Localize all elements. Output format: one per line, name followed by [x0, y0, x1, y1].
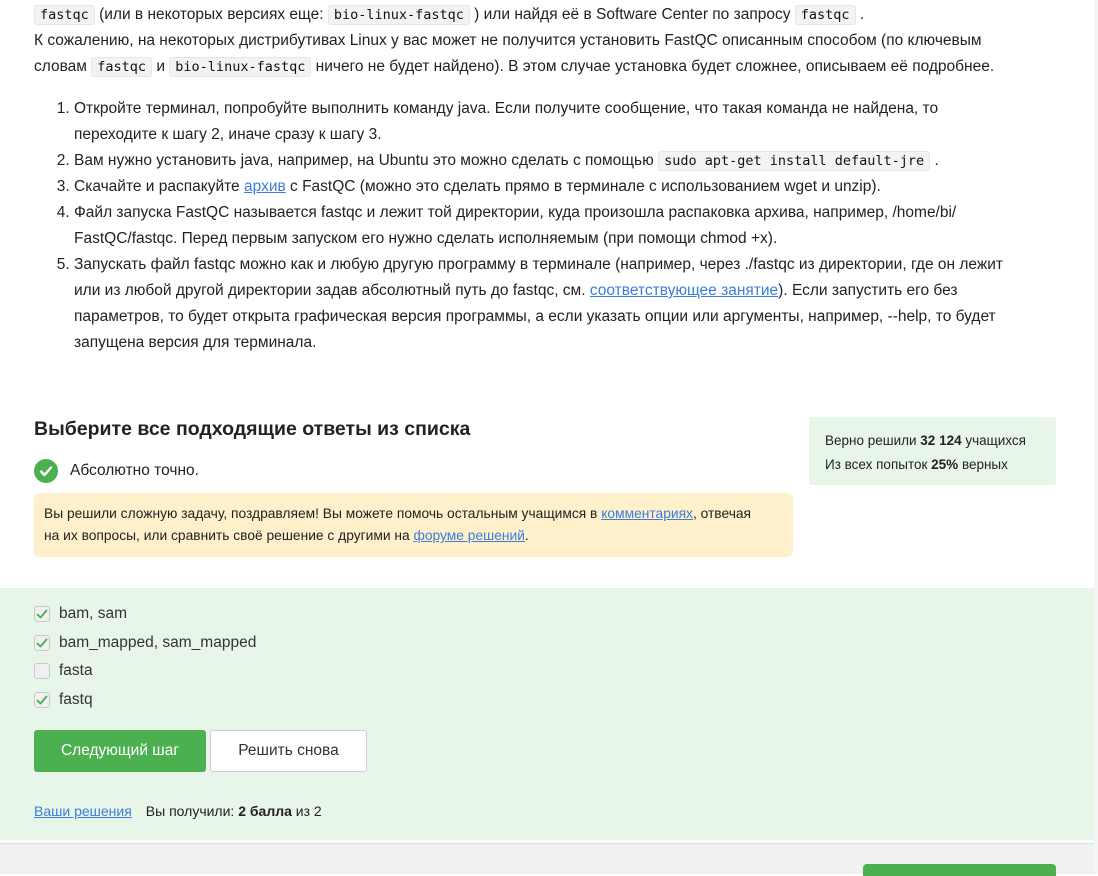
list-item: Файл запуска FastQC называется fastqc и … [74, 200, 1064, 252]
comments-link[interactable]: комментариях [601, 506, 693, 521]
list-item: Откройте терминал, попробуйте выполнить … [74, 96, 1064, 148]
attempts-stat: Из всех попыток 25% верных [825, 457, 1008, 472]
quiz-title: Выберите все подходящие ответы из списка [34, 418, 471, 440]
related-lesson-link[interactable]: соответствующее занятие [590, 282, 778, 299]
inline-code: sudo apt-get install default-jre [658, 151, 931, 171]
check-circle-icon [34, 459, 58, 483]
footer-button[interactable] [863, 864, 1056, 876]
your-solutions-link[interactable]: Ваши решения [34, 803, 132, 819]
result-text: Абсолютно точно. [70, 462, 199, 479]
checkbox-checked-icon[interactable] [34, 692, 50, 708]
score-line: Ваши решения Вы получили: 2 балла из 2 [34, 803, 322, 819]
option-label: bam_mapped, sam_mapped [59, 634, 257, 651]
checkbox-empty-icon[interactable] [34, 663, 50, 679]
option-label: fasta [59, 662, 93, 679]
solutions-forum-link[interactable]: форуме решений [414, 528, 525, 543]
score-value: 2 балла [238, 803, 292, 819]
inline-code: fastqc [34, 5, 95, 25]
checkbox-checked-icon[interactable] [34, 606, 50, 622]
inline-code: fastqc [91, 57, 153, 77]
install-steps-list: Откройте терминал, попробуйте выполнить … [34, 96, 1064, 356]
checkbox-checked-icon[interactable] [34, 635, 50, 651]
article-line-1: fastqc (или в некоторых версиях еще: bio… [34, 2, 1064, 28]
article-line-3: словам fastqc и bio-linux-fastqc ничего … [34, 57, 995, 77]
archive-link[interactable]: архив [244, 178, 286, 195]
stats-panel: Верно решили 32 124 учащихся Из всех поп… [809, 417, 1056, 485]
list-item: Запускать файл fastqc можно как и любую … [74, 252, 1064, 356]
option-fasta[interactable]: fasta [34, 662, 93, 680]
list-item: Вам нужно установить java, например, на … [74, 148, 1064, 174]
option-fastq[interactable]: fastq [34, 691, 93, 709]
option-bam-mapped[interactable]: bam_mapped, sam_mapped [34, 634, 256, 652]
inline-code: fastqc [794, 5, 856, 25]
option-bam-sam[interactable]: bam, sam [34, 605, 127, 623]
solved-stat: Верно решили 32 124 учащихся [825, 433, 1026, 448]
congrats-notice: Вы решили сложную задачу, поздравляем! В… [34, 493, 793, 557]
article-body: fastqc (или в некоторых версиях еще: bio… [34, 2, 1064, 356]
list-item: Скачайте и распакуйте архив с FastQC (мо… [74, 174, 1064, 200]
scrollbar-track[interactable] [1094, 0, 1098, 874]
option-label: bam, sam [59, 605, 128, 622]
inline-code: bio-linux-fastqc [327, 5, 470, 25]
option-label: fastq [59, 691, 93, 708]
next-step-button[interactable]: Следующий шаг [34, 730, 206, 772]
result-message: Абсолютно точно. [34, 459, 199, 483]
retry-button[interactable]: Решить снова [210, 730, 367, 772]
inline-code: bio-linux-fastqc [169, 57, 312, 77]
article-line-2: К сожалению, на некоторых дистрибутивах … [34, 32, 982, 49]
